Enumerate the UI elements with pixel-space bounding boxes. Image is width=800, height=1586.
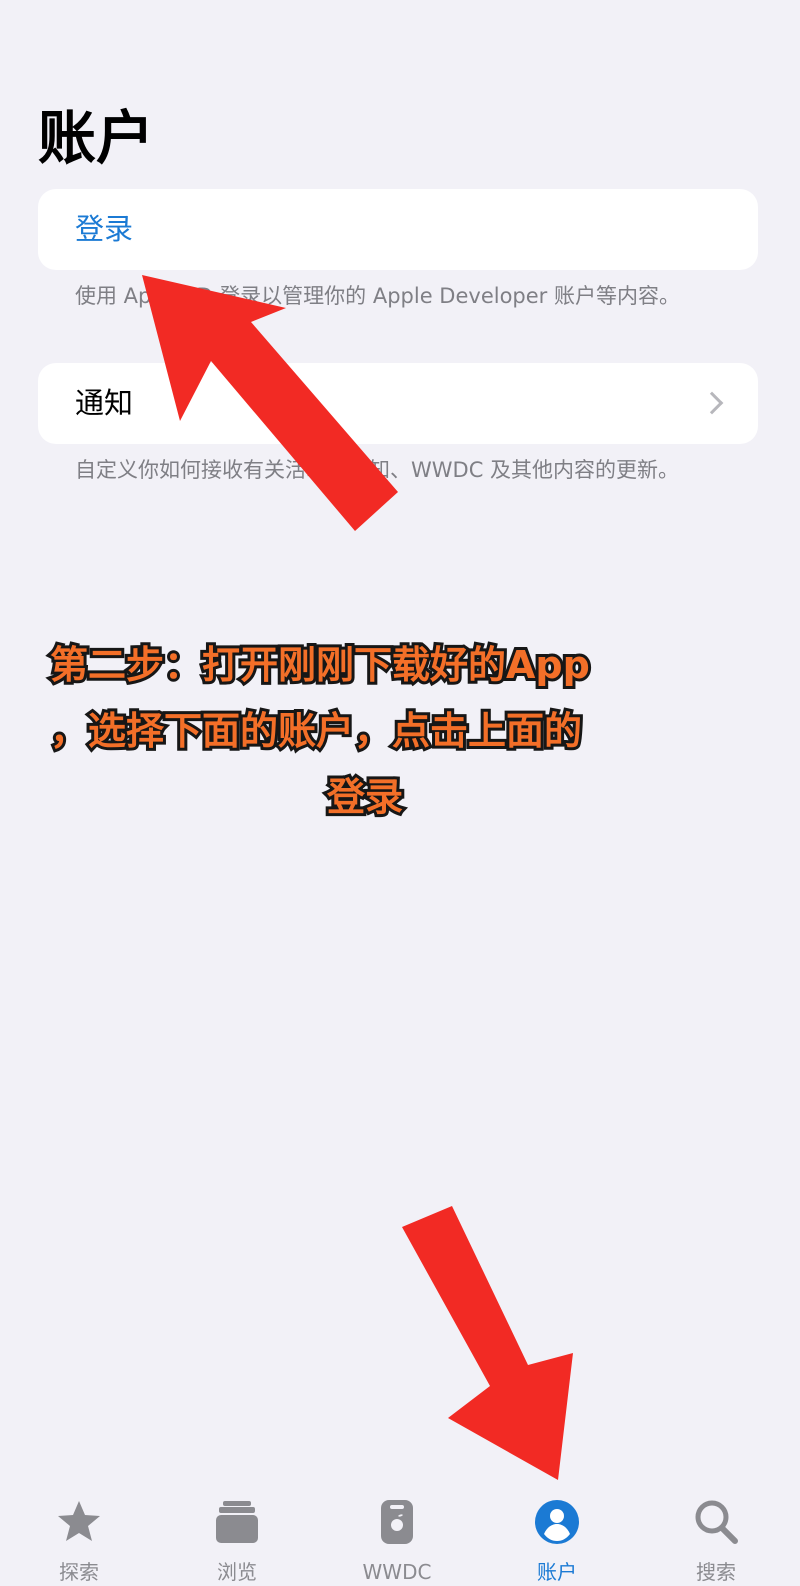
tab-browse-label: 浏览 xyxy=(217,1560,257,1584)
stack-icon xyxy=(216,1501,258,1543)
page-title: 账户 xyxy=(38,104,155,172)
tab-wwdc-label: WWDC xyxy=(362,1560,432,1584)
wwdc-icon xyxy=(381,1500,413,1544)
tab-explore[interactable]: 探索 xyxy=(19,1480,139,1584)
notifications-label: 通知 xyxy=(75,386,134,420)
tutorial-instruction: 第二步：打开刚刚下载好的App ，选择下面的账户，点击上面的 登录 xyxy=(47,632,670,830)
signin-card[interactable]: 登录 xyxy=(38,189,758,270)
status-bar-fragment: ·· xyxy=(52,0,82,7)
signin-footnote: 使用 Apple ID 登录以管理你的 Apple Developer 账户等内… xyxy=(75,284,680,308)
notifications-row[interactable]: 通知 xyxy=(38,363,758,444)
tab-account-label: 账户 xyxy=(537,1560,577,1584)
notifications-footnote: 自定义你如何接收有关活动的通知、WWDC 及其他内容的更新。 xyxy=(75,458,680,482)
account-tab-arrow-icon xyxy=(402,1206,573,1480)
signin-label[interactable]: 登录 xyxy=(75,209,133,249)
tab-explore-label: 探索 xyxy=(59,1560,99,1584)
chevron-right-icon xyxy=(700,391,724,415)
tab-bar: 探索 浏览 WWDC 账户 搜索 xyxy=(0,1480,800,1584)
tab-browse[interactable]: 浏览 xyxy=(177,1480,297,1584)
tab-account[interactable]: 账户 xyxy=(497,1480,617,1584)
tab-search[interactable]: 搜索 xyxy=(656,1480,776,1584)
search-icon xyxy=(695,1500,738,1544)
tab-search-label: 搜索 xyxy=(696,1560,736,1584)
instruction-line-2: ，选择下面的账户，点击上面的 xyxy=(47,706,585,756)
tab-wwdc[interactable]: WWDC xyxy=(337,1480,457,1584)
account-icon xyxy=(535,1500,579,1544)
star-icon xyxy=(58,1501,100,1541)
instruction-line-1: 第二步：打开刚刚下载好的App xyxy=(47,640,593,690)
instruction-line-3: 登录 xyxy=(324,772,406,822)
